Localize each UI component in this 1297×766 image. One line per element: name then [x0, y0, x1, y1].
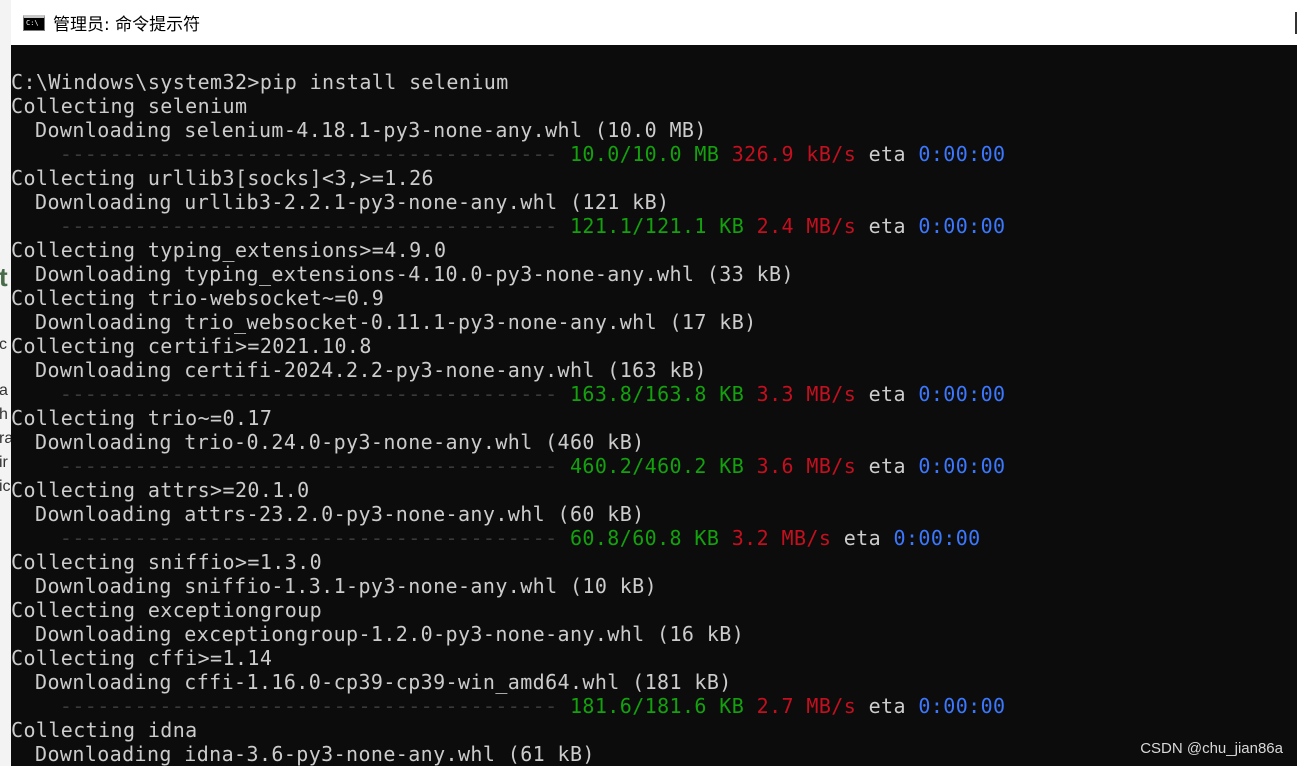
- download-speed: 326.9 kB/s: [731, 142, 857, 166]
- collecting-line: Collecting attrs>=20.1.0: [11, 478, 310, 502]
- screen: t c a h ra ir ic C:\ 管理员: 命令提示符 C:\Windo…: [0, 0, 1297, 766]
- download-progress-line: ----------------------------------------…: [11, 526, 1297, 550]
- downloading-line: Downloading sniffio-1.3.1-py3-none-any.w…: [35, 574, 658, 598]
- download-progress-line: ----------------------------------------…: [11, 382, 1297, 406]
- background-window-sliver: t c a h ra ir ic: [0, 0, 11, 766]
- eta-label: eta: [868, 382, 906, 406]
- title-bar[interactable]: C:\ 管理员: 命令提示符: [11, 0, 1297, 45]
- downloading-line: Downloading selenium-4.18.1-py3-none-any…: [35, 118, 707, 142]
- window-title: 管理员: 命令提示符: [53, 15, 201, 35]
- download-speed: 3.2 MB/s: [731, 526, 832, 550]
- background-text-fragment: ic: [0, 478, 11, 495]
- progress-bar: ----------------------------------------: [59, 382, 558, 406]
- collecting-line: Collecting cffi>=1.14: [11, 646, 273, 670]
- background-text-fragment: ir: [0, 454, 8, 471]
- collecting-line: Collecting trio~=0.17: [11, 406, 273, 430]
- console-app-icon: C:\: [23, 14, 45, 31]
- eta-time: 0:00:00: [918, 694, 1006, 718]
- collecting-line: Collecting sniffio>=1.3.0: [11, 550, 323, 574]
- eta-time: 0:00:00: [918, 454, 1006, 478]
- downloading-line: Downloading urllib3-2.2.1-py3-none-any.w…: [35, 190, 670, 214]
- collecting-line: Collecting typing_extensions>=4.9.0: [11, 238, 447, 262]
- download-progress-line: ----------------------------------------…: [11, 454, 1297, 478]
- eta-time: 0:00:00: [918, 214, 1006, 238]
- download-size: 121.1/121.1 KB: [569, 214, 745, 238]
- downloading-line: Downloading trio-0.24.0-py3-none-any.whl…: [35, 430, 645, 454]
- downloading-line: Downloading certifi-2024.2.2-py3-none-an…: [35, 358, 707, 382]
- collecting-line: Collecting certifi>=2021.10.8: [11, 334, 372, 358]
- command-prompt-window[interactable]: C:\ 管理员: 命令提示符 C:\Windows\system32>pip i…: [11, 0, 1297, 766]
- collecting-line: Collecting idna: [11, 718, 198, 742]
- console-output[interactable]: C:\Windows\system32>pip install selenium…: [11, 70, 1297, 766]
- download-size: 181.6/181.6 KB: [569, 694, 745, 718]
- collecting-line: Collecting urllib3[socks]<3,>=1.26: [11, 166, 434, 190]
- watermark: CSDN @chu_jian86a: [1140, 740, 1283, 757]
- download-size: 10.0/10.0 MB: [569, 142, 720, 166]
- eta-time: 0:00:00: [893, 526, 981, 550]
- download-speed: 2.4 MB/s: [756, 214, 857, 238]
- background-text-fragment: a: [0, 382, 8, 399]
- downloading-line: Downloading exceptiongroup-1.2.0-py3-non…: [35, 622, 745, 646]
- background-text-fragment: c: [0, 336, 7, 353]
- progress-bar: ----------------------------------------: [59, 526, 558, 550]
- download-speed: 2.7 MB/s: [756, 694, 857, 718]
- progress-bar: ----------------------------------------: [59, 694, 558, 718]
- downloading-line: Downloading typing_extensions-4.10.0-py3…: [35, 262, 794, 286]
- eta-label: eta: [868, 142, 906, 166]
- eta-label: eta: [868, 694, 906, 718]
- background-text-fragment: ra: [0, 430, 11, 447]
- background-text-fragment: t: [0, 262, 8, 292]
- eta-time: 0:00:00: [918, 382, 1006, 406]
- downloading-line: Downloading cffi-1.16.0-cp39-cp39-win_am…: [35, 670, 732, 694]
- download-progress-line: ----------------------------------------…: [11, 694, 1297, 718]
- collecting-line: Collecting exceptiongroup: [11, 598, 323, 622]
- download-size: 460.2/460.2 KB: [569, 454, 745, 478]
- collecting-line: Collecting selenium: [11, 94, 248, 118]
- download-speed: 3.3 MB/s: [756, 382, 857, 406]
- progress-bar: ----------------------------------------: [59, 454, 558, 478]
- download-speed: 3.6 MB/s: [756, 454, 857, 478]
- eta-time: 0:00:00: [918, 142, 1006, 166]
- progress-bar: ----------------------------------------: [59, 214, 558, 238]
- downloading-line: Downloading idna-3.6-py3-none-any.whl (6…: [35, 742, 595, 766]
- command-line: C:\Windows\system32>pip install selenium: [11, 70, 509, 94]
- download-progress-line: ----------------------------------------…: [11, 142, 1297, 166]
- download-size: 163.8/163.8 KB: [569, 382, 745, 406]
- eta-label: eta: [843, 526, 882, 550]
- eta-label: eta: [868, 454, 906, 478]
- download-progress-line: ----------------------------------------…: [11, 214, 1297, 238]
- background-text-fragment: h: [0, 406, 8, 423]
- progress-bar: ----------------------------------------: [59, 142, 558, 166]
- downloading-line: Downloading trio_websocket-0.11.1-py3-no…: [35, 310, 757, 334]
- eta-label: eta: [868, 214, 906, 238]
- download-size: 60.8/60.8 KB: [569, 526, 720, 550]
- collecting-line: Collecting trio-websocket~=0.9: [11, 286, 385, 310]
- downloading-line: Downloading attrs-23.2.0-py3-none-any.wh…: [35, 502, 645, 526]
